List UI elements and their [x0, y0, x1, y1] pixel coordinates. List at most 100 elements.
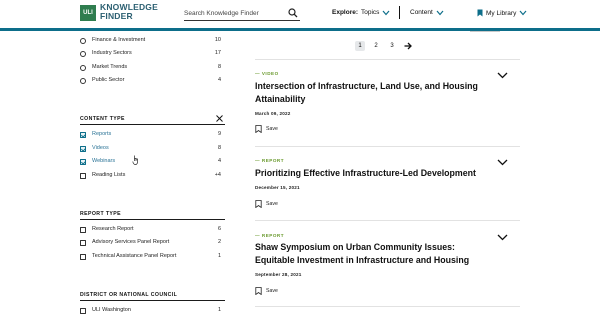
radio-button[interactable] [80, 65, 86, 71]
page-button-current[interactable]: 1 [355, 41, 365, 51]
content-type-heading: CONTENT TYPE [80, 116, 125, 122]
result-title[interactable]: Shaw Symposium on Urban Community Issues… [255, 241, 485, 267]
content-type-filter-item[interactable]: Reports 9 [80, 131, 225, 141]
filter-label: Technical Assistance Panel Report [92, 253, 177, 259]
topic-filter-item[interactable]: Industry Sectors 17 [80, 50, 225, 60]
topic-filter-item[interactable]: Market Trends 8 [80, 64, 225, 74]
page-button[interactable]: 3 [387, 41, 397, 51]
topics-dropdown[interactable]: Topics [361, 9, 390, 16]
search-bar [184, 7, 300, 21]
bookmark-outline-icon [255, 200, 262, 208]
result-divider [255, 220, 520, 221]
explore-label: Explore: [332, 9, 359, 16]
filter-label: Reports [92, 131, 112, 137]
report-type-heading: REPORT TYPE [80, 211, 122, 217]
checkbox[interactable] [80, 254, 86, 260]
filter-label: Finance & Investment [92, 37, 146, 43]
checkbox[interactable] [80, 146, 86, 152]
content-type-filter-item[interactable]: Reading Lists +4 [80, 172, 225, 182]
checkbox[interactable] [80, 227, 86, 233]
checkbox[interactable] [80, 173, 86, 179]
filter-count: +4 [214, 172, 221, 178]
content-type-tag: — REPORT [255, 233, 285, 238]
content-type-filter-item[interactable]: Videos 8 [80, 145, 225, 155]
content-type-filter-item[interactable]: Webinars 4 [80, 158, 225, 168]
radio-button[interactable] [80, 38, 86, 44]
content-type-tag: — VIDEO [255, 71, 279, 76]
save-label: Save [266, 126, 278, 132]
topic-filter-item[interactable]: Public Sector 4 [80, 77, 225, 87]
content-type-tag: — REPORT [255, 158, 285, 163]
nav-divider [399, 6, 400, 19]
section-divider [80, 124, 225, 125]
arrow-right-icon[interactable] [403, 41, 413, 51]
mouse-cursor-icon [132, 155, 138, 165]
checkbox[interactable] [80, 132, 86, 138]
close-icon[interactable] [216, 115, 223, 122]
filter-count: 10 [214, 37, 221, 43]
save-button[interactable]: Save [255, 200, 278, 208]
section-divider [80, 219, 225, 220]
result-title[interactable]: Intersection of Infrastructure, Land Use… [255, 80, 485, 106]
result-divider [255, 59, 520, 60]
report-type-filter-item[interactable]: Advisory Services Panel Report 2 [80, 239, 225, 249]
filter-count: 6 [217, 226, 221, 232]
radio-button[interactable] [80, 51, 86, 57]
filter-label: Advisory Services Panel Report [92, 239, 170, 245]
bookmark-icon [477, 9, 483, 17]
filter-label: Videos [92, 145, 109, 151]
district-filter-item[interactable]: ULI Washington 1 [80, 307, 225, 315]
topic-filter-item[interactable]: Finance & Investment 10 [80, 37, 225, 47]
result-title[interactable]: Prioritizing Effective Infrastructure-Le… [255, 167, 485, 180]
filter-count: 1 [217, 307, 221, 313]
filter-count: 8 [217, 64, 221, 70]
report-type-filter-item[interactable]: Research Report 6 [80, 226, 225, 236]
save-button[interactable]: Save [255, 287, 278, 295]
filter-count: 17 [214, 50, 221, 56]
chevron-down-icon [382, 10, 390, 15]
uli-logo[interactable]: ULI [80, 5, 96, 21]
content-label: Content [410, 9, 433, 16]
filter-label: Public Sector [92, 77, 125, 83]
district-heading: DISTRICT OR NATIONAL COUNCIL [80, 292, 178, 298]
filter-sidebar: Finance & Investment 10 Industry Sectors… [80, 31, 225, 315]
content-dropdown[interactable]: Content [410, 9, 444, 16]
filter-count: 8 [217, 145, 221, 151]
search-icon[interactable] [288, 8, 298, 18]
search-input[interactable] [184, 8, 284, 19]
bookmark-outline-icon [255, 125, 262, 133]
knowledge-finder-logo[interactable]: KNOWLEDGE FINDER [100, 3, 160, 21]
filter-count: 9 [217, 131, 221, 137]
save-label: Save [266, 201, 278, 207]
filter-label: Webinars [92, 158, 116, 164]
checkbox[interactable] [80, 308, 86, 314]
topics-label: Topics [361, 9, 380, 16]
save-button[interactable]: Save [255, 125, 278, 133]
checkbox[interactable] [80, 159, 86, 165]
my-library-dropdown[interactable]: My Library [477, 9, 527, 17]
page-button[interactable]: 2 [371, 41, 381, 51]
chevron-down-icon[interactable] [497, 72, 508, 79]
section-divider [80, 300, 225, 301]
filter-label: ULI Washington [92, 307, 131, 313]
result-divider [255, 306, 520, 307]
result-card[interactable]: — REPORT Shaw Symposium on Urban Communi… [255, 233, 520, 303]
save-label: Save [266, 288, 278, 294]
bookmark-outline-icon [255, 287, 262, 295]
radio-button[interactable] [80, 78, 86, 84]
chevron-down-icon [519, 10, 527, 16]
checkbox[interactable] [80, 240, 86, 246]
filter-count: 1 [217, 253, 221, 259]
filter-count: 4 [217, 158, 221, 164]
top-divider [470, 31, 500, 32]
report-type-filter-item[interactable]: Technical Assistance Panel Report 1 [80, 253, 225, 263]
result-date: March 09, 2022 [255, 111, 291, 116]
result-card[interactable]: — VIDEO Intersection of Infrastructure, … [255, 71, 520, 141]
chevron-down-icon [436, 10, 444, 15]
site-header: ULI KNOWLEDGE FINDER Explore: Topics Con… [0, 0, 600, 30]
chevron-down-icon[interactable] [497, 159, 508, 166]
result-date: September 28, 2021 [255, 272, 302, 277]
result-card[interactable]: — REPORT Prioritizing Effective Infrastr… [255, 158, 520, 218]
chevron-down-icon[interactable] [497, 234, 508, 241]
filter-label: Market Trends [92, 64, 128, 70]
